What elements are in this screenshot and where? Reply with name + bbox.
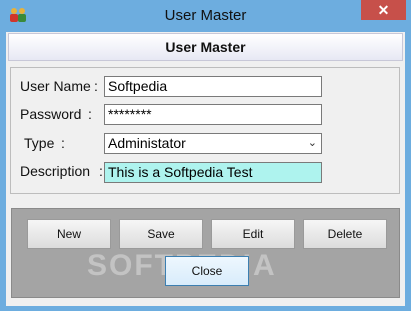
chevron-down-icon: ⌄ [307,137,317,149]
save-button[interactable]: Save [119,219,203,249]
username-label: User Name [20,78,91,94]
password-label: Password [20,106,82,122]
title-bar[interactable]: User Master ✕ [0,0,411,31]
page-title: User Master [8,33,403,61]
close-button[interactable]: Close [165,256,249,286]
delete-button[interactable]: Delete [303,219,387,249]
close-icon: ✕ [377,2,390,18]
type-label: Type [24,135,55,151]
username-field[interactable]: Softpedia [104,76,322,97]
description-label: Description [20,163,91,179]
username-colon: : [94,78,98,94]
new-button[interactable]: New [27,219,111,249]
password-colon: : [88,106,92,122]
edit-button[interactable]: Edit [211,219,295,249]
client-area: User Master User Name : Softpedia Passwo… [6,32,405,306]
description-colon: : [99,163,103,179]
button-panel: SOFTPEDIA New Save Edit Delete Close [11,208,400,298]
form-panel: User Name : Softpedia Password : *******… [10,67,400,194]
type-select[interactable]: Administator ⌄ [104,133,322,154]
password-value: ******** [108,106,152,122]
window-title: User Master [164,7,247,24]
type-colon: : [61,135,65,151]
username-value: Softpedia [108,78,168,94]
close-window-button[interactable]: ✕ [361,0,406,20]
window: User Master ✕ User Master User Name : So… [0,0,411,311]
description-value: This is a Softpedia Test [108,164,253,180]
type-value: Administator [108,135,186,151]
description-field[interactable]: This is a Softpedia Test [104,162,322,183]
password-field[interactable]: ******** [104,104,322,125]
